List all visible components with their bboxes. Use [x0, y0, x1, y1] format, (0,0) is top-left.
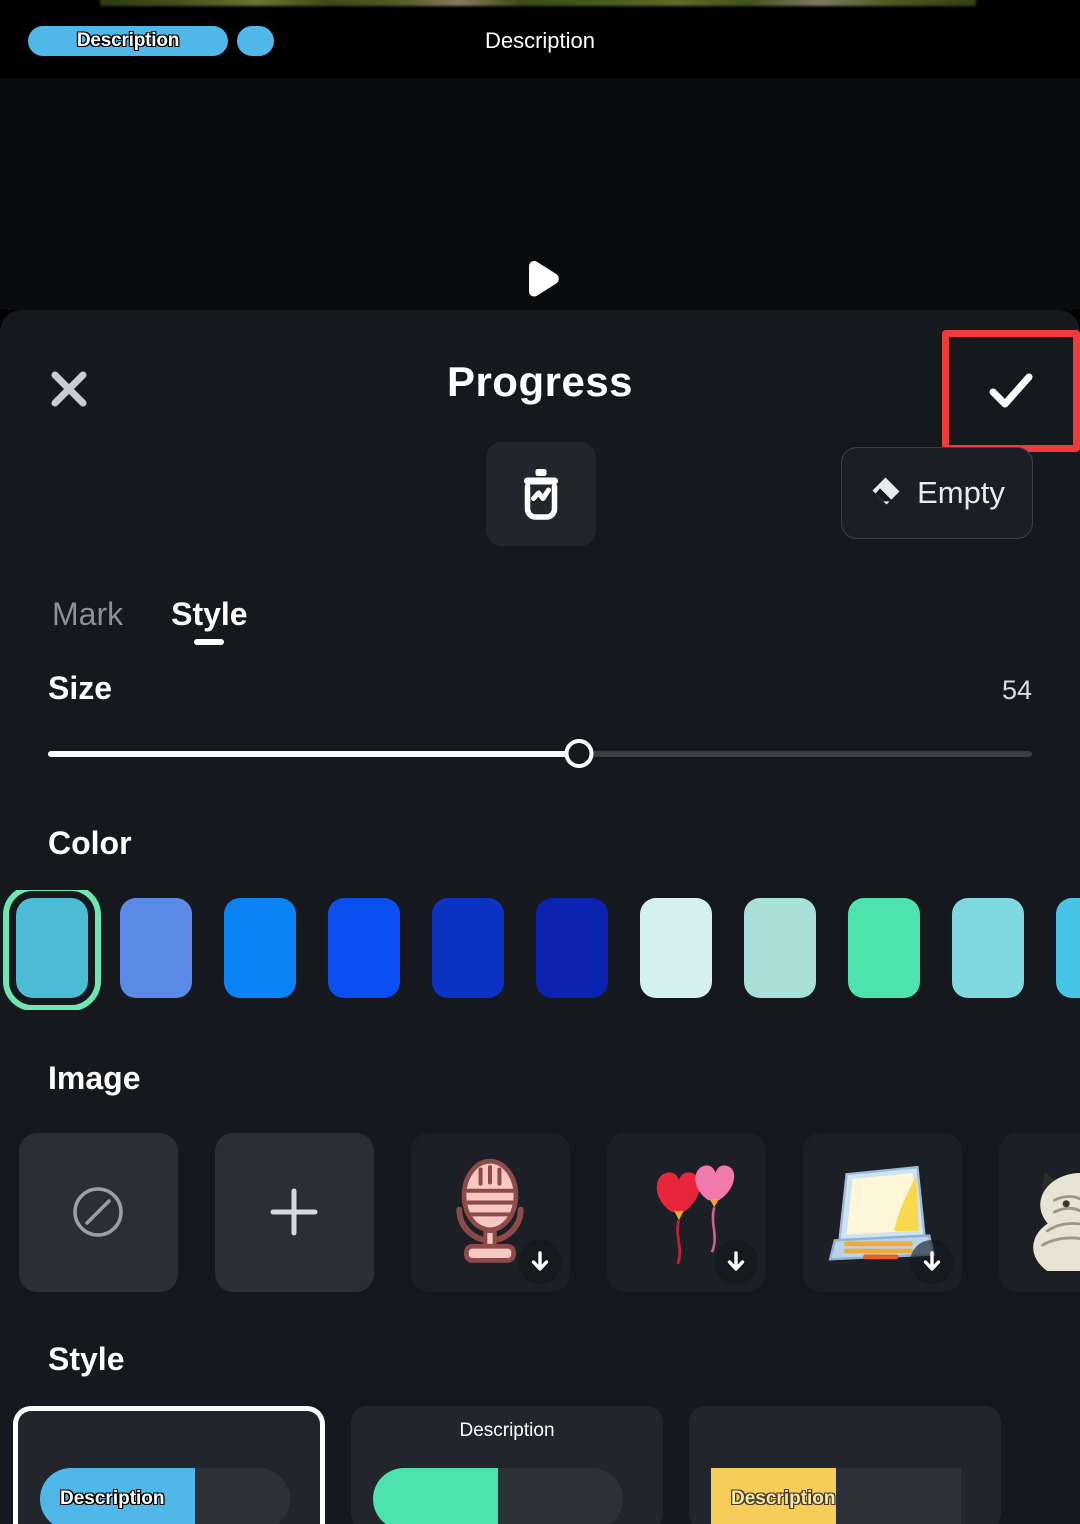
microphone-emoji[interactable]	[410, 1132, 570, 1292]
style-card-cell-1: Description	[338, 1406, 676, 1524]
style-section-label: Style	[48, 1341, 125, 1377]
style-section: Style Description Description Description	[0, 1341, 1080, 1524]
image-section: Image	[0, 1060, 1080, 1297]
empty-button-label: Empty	[917, 475, 1005, 510]
video-preview	[0, 78, 1080, 310]
color-section: Color	[0, 825, 1080, 1010]
app-root: Description Description Progress Empty M…	[0, 0, 1080, 1524]
color-swatch-fill	[432, 898, 504, 998]
style-card-bar-fill	[373, 1468, 498, 1524]
plus-icon[interactable]	[214, 1132, 374, 1292]
color-swatch-5[interactable]	[520, 890, 624, 1006]
color-swatch-6[interactable]	[624, 890, 728, 1006]
panel-toolbar: Empty	[0, 442, 1080, 560]
empty-button[interactable]: Empty	[841, 447, 1033, 539]
progress-settings-panel: Progress Empty Mark Style Size 54 Color …	[0, 310, 1080, 1524]
image-tile-list[interactable]	[0, 1127, 1080, 1297]
style-card-2[interactable]: Description	[689, 1406, 1001, 1524]
slider-thumb[interactable]	[564, 739, 594, 768]
color-swatch-3[interactable]	[312, 890, 416, 1006]
style-card-bar-track: Description	[40, 1468, 290, 1524]
style-card-1[interactable]: Description	[351, 1406, 663, 1524]
style-card-cell-2: Description	[676, 1406, 1014, 1524]
no-image-icon[interactable]	[18, 1132, 178, 1292]
tab-active-indicator	[194, 639, 225, 645]
color-swatch-10[interactable]	[1040, 890, 1080, 1006]
style-card-0[interactable]: Description	[13, 1406, 325, 1524]
color-swatch-4[interactable]	[416, 890, 520, 1006]
image-tile-cell-3	[588, 1127, 784, 1297]
timeline-track[interactable]: Description Description	[0, 26, 1080, 58]
color-swatch-list[interactable]	[0, 890, 1080, 1010]
video-filmstrip[interactable]	[100, 0, 976, 6]
style-card-cell-0: Description	[0, 1406, 338, 1524]
size-section: Size 54	[0, 670, 1080, 769]
balloons-emoji[interactable]	[606, 1132, 766, 1292]
play-icon[interactable]	[512, 254, 568, 310]
panel-header: Progress	[0, 310, 1080, 452]
color-swatch-fill	[224, 898, 296, 998]
style-card-bar-label: Description	[731, 1488, 836, 1509]
size-slider[interactable]	[48, 739, 1032, 769]
style-card-top-label: Description	[459, 1420, 555, 1441]
check-icon[interactable]	[949, 337, 1073, 445]
size-label: Size	[48, 670, 113, 706]
image-section-label: Image	[48, 1060, 141, 1096]
color-swatch-9[interactable]	[936, 890, 1040, 1006]
size-value: 54	[1001, 675, 1032, 705]
style-card-bar-label: Description	[60, 1488, 165, 1509]
style-card-list[interactable]: Description Description Description	[0, 1406, 1080, 1524]
timeline-clip-label: Description	[76, 30, 180, 51]
timeline-area: Description Description	[0, 0, 1080, 78]
color-swatch-8[interactable]	[832, 890, 936, 1006]
timeline-clip-secondary[interactable]	[237, 26, 274, 56]
color-swatch-fill	[328, 898, 400, 998]
tab-mark[interactable]: Mark	[48, 596, 127, 645]
color-swatch-inner-gap	[9, 891, 95, 1005]
image-tile-cell-2	[392, 1127, 588, 1297]
download-icon[interactable]	[713, 1239, 758, 1284]
image-tile-cell-1	[196, 1127, 392, 1297]
download-icon[interactable]	[909, 1239, 954, 1284]
color-swatch-2[interactable]	[208, 890, 312, 1006]
style-card-bar-track: Description	[711, 1468, 961, 1524]
cat-emoji[interactable]	[998, 1132, 1080, 1292]
color-swatch-fill	[120, 898, 192, 998]
color-swatch-7[interactable]	[728, 890, 832, 1006]
color-swatch-fill	[640, 898, 712, 998]
image-tile-cell-5	[980, 1127, 1080, 1297]
eraser-icon	[869, 474, 903, 513]
style-card-bar-fill: Description	[40, 1468, 195, 1524]
tab-style[interactable]: Style	[167, 596, 251, 645]
color-swatch-fill	[536, 898, 608, 998]
timeline-clip-description[interactable]: Description	[28, 26, 228, 56]
color-swatch-fill	[1056, 898, 1080, 998]
slider-fill	[48, 751, 580, 757]
download-icon[interactable]	[517, 1239, 562, 1284]
panel-tabs: Mark Style	[0, 596, 1080, 656]
tab-mark-label: Mark	[52, 596, 124, 632]
tab-style-label: Style	[171, 596, 248, 632]
style-card-bar-track	[373, 1468, 623, 1524]
color-swatch-fill	[744, 898, 816, 998]
page-title: Progress	[446, 358, 634, 405]
color-swatch-fill	[952, 898, 1024, 998]
bottle-chart-icon[interactable]	[486, 442, 596, 546]
color-section-label: Color	[48, 825, 132, 861]
laptop-emoji[interactable]	[802, 1132, 962, 1292]
style-card-bar-fill: Description	[711, 1468, 836, 1524]
color-swatch-0[interactable]	[0, 890, 104, 1010]
color-swatch-1[interactable]	[104, 890, 208, 1006]
image-tile-cell-0	[0, 1127, 196, 1297]
color-swatch-fill	[848, 898, 920, 998]
image-tile-cell-4	[784, 1127, 980, 1297]
confirm-button-highlight-group	[942, 330, 1080, 452]
